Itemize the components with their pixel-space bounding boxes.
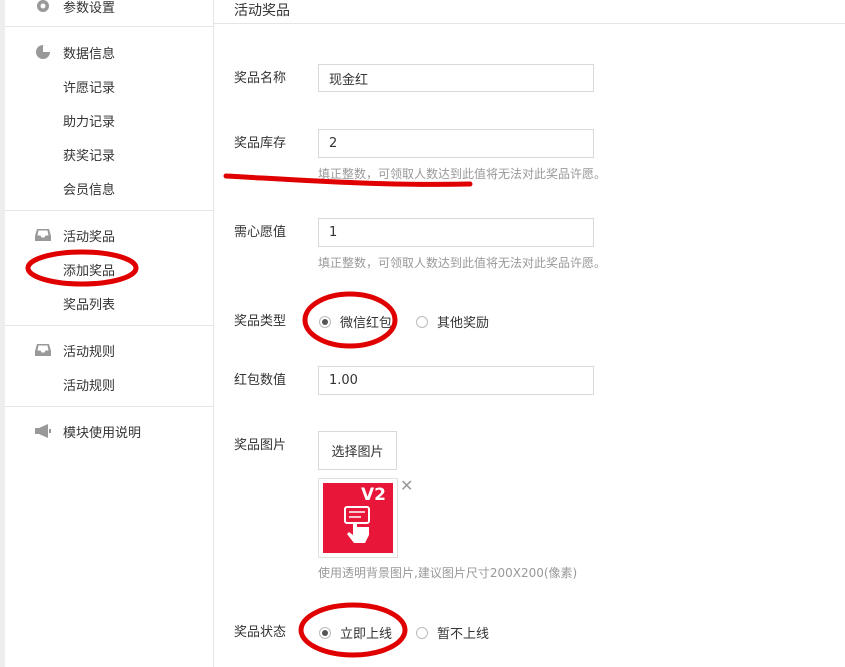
button-label: 选择图片 xyxy=(331,445,384,460)
main-content: 活动奖品 奖品名称 现金红 奖品库存 2 填正整数，可领取人数达到此值将无法对此… xyxy=(214,0,845,667)
prize-type-label: 奖品类型 xyxy=(234,314,287,329)
wish-value-input[interactable]: 1 xyxy=(318,218,594,247)
radio-dot xyxy=(416,626,428,639)
sidebar-item-label: 获奖记录 xyxy=(63,148,116,164)
prize-image-label: 奖品图片 xyxy=(234,438,287,453)
sidebar-item-module-help[interactable]: 模块使用说明 xyxy=(5,416,213,446)
prize-name-input[interactable]: 现金红 xyxy=(318,64,594,92)
sidebar-section-prizes[interactable]: 活动奖品 xyxy=(5,220,213,250)
sidebar-item-label: 添加奖品 xyxy=(63,263,116,279)
sidebar-item-label: 模块使用说明 xyxy=(63,425,142,441)
radio-label: 其他奖励 xyxy=(437,316,490,331)
divider xyxy=(5,406,213,407)
section-title: 活动奖品 xyxy=(63,229,116,245)
sidebar-item-label: 参数设置 xyxy=(63,0,116,16)
divider xyxy=(5,210,213,211)
prize-image-thumbnail[interactable]: V2 xyxy=(318,478,398,558)
megaphone-icon xyxy=(34,422,52,440)
input-value: 1.00 xyxy=(329,373,358,388)
sidebar: 参数设置 数据信息 许愿记录 助力记录 获奖记录 会员信息 活动奖品 添加奖品 … xyxy=(5,0,214,667)
divider xyxy=(5,26,213,27)
red-packet-value-label: 红包数值 xyxy=(234,373,287,388)
prize-stock-label: 奖品库存 xyxy=(234,136,287,151)
sidebar-item-label: 许愿记录 xyxy=(63,80,116,96)
divider xyxy=(5,325,213,326)
sidebar-item-add-prize[interactable]: 添加奖品 xyxy=(5,254,213,284)
page-header: 活动奖品 xyxy=(214,0,845,24)
sidebar-item-help-records[interactable]: 助力记录 xyxy=(5,105,213,135)
radio-label: 暂不上线 xyxy=(437,627,490,642)
sidebar-item-label: 奖品列表 xyxy=(63,297,116,313)
sidebar-item-wish-records[interactable]: 许愿记录 xyxy=(5,71,213,101)
sidebar-item-award-records[interactable]: 获奖记录 xyxy=(5,139,213,169)
radio-dot xyxy=(319,626,331,639)
sidebar-item-settings[interactable]: 参数设置 xyxy=(5,0,213,21)
sidebar-section-rules[interactable]: 活动规则 xyxy=(5,335,213,365)
section-title: 活动规则 xyxy=(63,344,116,360)
radio-label: 立即上线 xyxy=(340,627,393,642)
prize-image: V2 xyxy=(323,483,393,553)
section-title: 数据信息 xyxy=(63,46,116,62)
prize-status-label: 奖品状态 xyxy=(234,625,287,640)
page-title: 活动奖品 xyxy=(234,3,290,19)
inbox-icon xyxy=(34,226,52,244)
remove-image-icon[interactable]: ✕ xyxy=(400,478,413,494)
radio-wechat-red-packet[interactable]: 微信红包 xyxy=(319,312,392,331)
prize-stock-input[interactable]: 2 xyxy=(318,129,594,158)
sidebar-item-activity-rules[interactable]: 活动规则 xyxy=(5,369,213,399)
wish-value-help: 填正整数，可领取人数达到此值将无法对此奖品许愿。 xyxy=(318,256,607,270)
radio-not-online[interactable]: 暂不上线 xyxy=(416,623,489,642)
sidebar-item-label: 活动规则 xyxy=(63,378,116,394)
red-packet-value-input[interactable]: 1.00 xyxy=(318,366,594,395)
radio-other-reward[interactable]: 其他奖励 xyxy=(416,312,489,331)
input-value: 2 xyxy=(329,136,338,151)
wish-value-label: 需心愿值 xyxy=(234,225,287,240)
sidebar-item-members[interactable]: 会员信息 xyxy=(5,173,213,203)
sidebar-section-data[interactable]: 数据信息 xyxy=(5,37,213,67)
prize-image-help: 使用透明背景图片,建议图片尺寸200X200(像素) xyxy=(318,566,578,580)
pie-chart-icon xyxy=(34,43,52,61)
prize-name-label: 奖品名称 xyxy=(234,71,287,86)
sidebar-item-label: 助力记录 xyxy=(63,114,116,130)
radio-label: 微信红包 xyxy=(340,316,393,331)
radio-dot xyxy=(416,315,428,328)
inbox-icon xyxy=(34,341,52,359)
input-value: 现金红 xyxy=(329,72,369,88)
sidebar-item-label: 会员信息 xyxy=(63,182,116,198)
radio-dot xyxy=(319,315,331,328)
gear-icon xyxy=(34,0,52,15)
thumb-text: V2 xyxy=(361,485,386,505)
select-image-button[interactable]: 选择图片 xyxy=(318,431,397,470)
sidebar-item-prize-list[interactable]: 奖品列表 xyxy=(5,288,213,318)
input-value: 1 xyxy=(329,225,338,240)
prize-stock-help: 填正整数，可领取人数达到此值将无法对此奖品许愿。 xyxy=(318,167,607,181)
radio-online-now[interactable]: 立即上线 xyxy=(319,623,392,642)
